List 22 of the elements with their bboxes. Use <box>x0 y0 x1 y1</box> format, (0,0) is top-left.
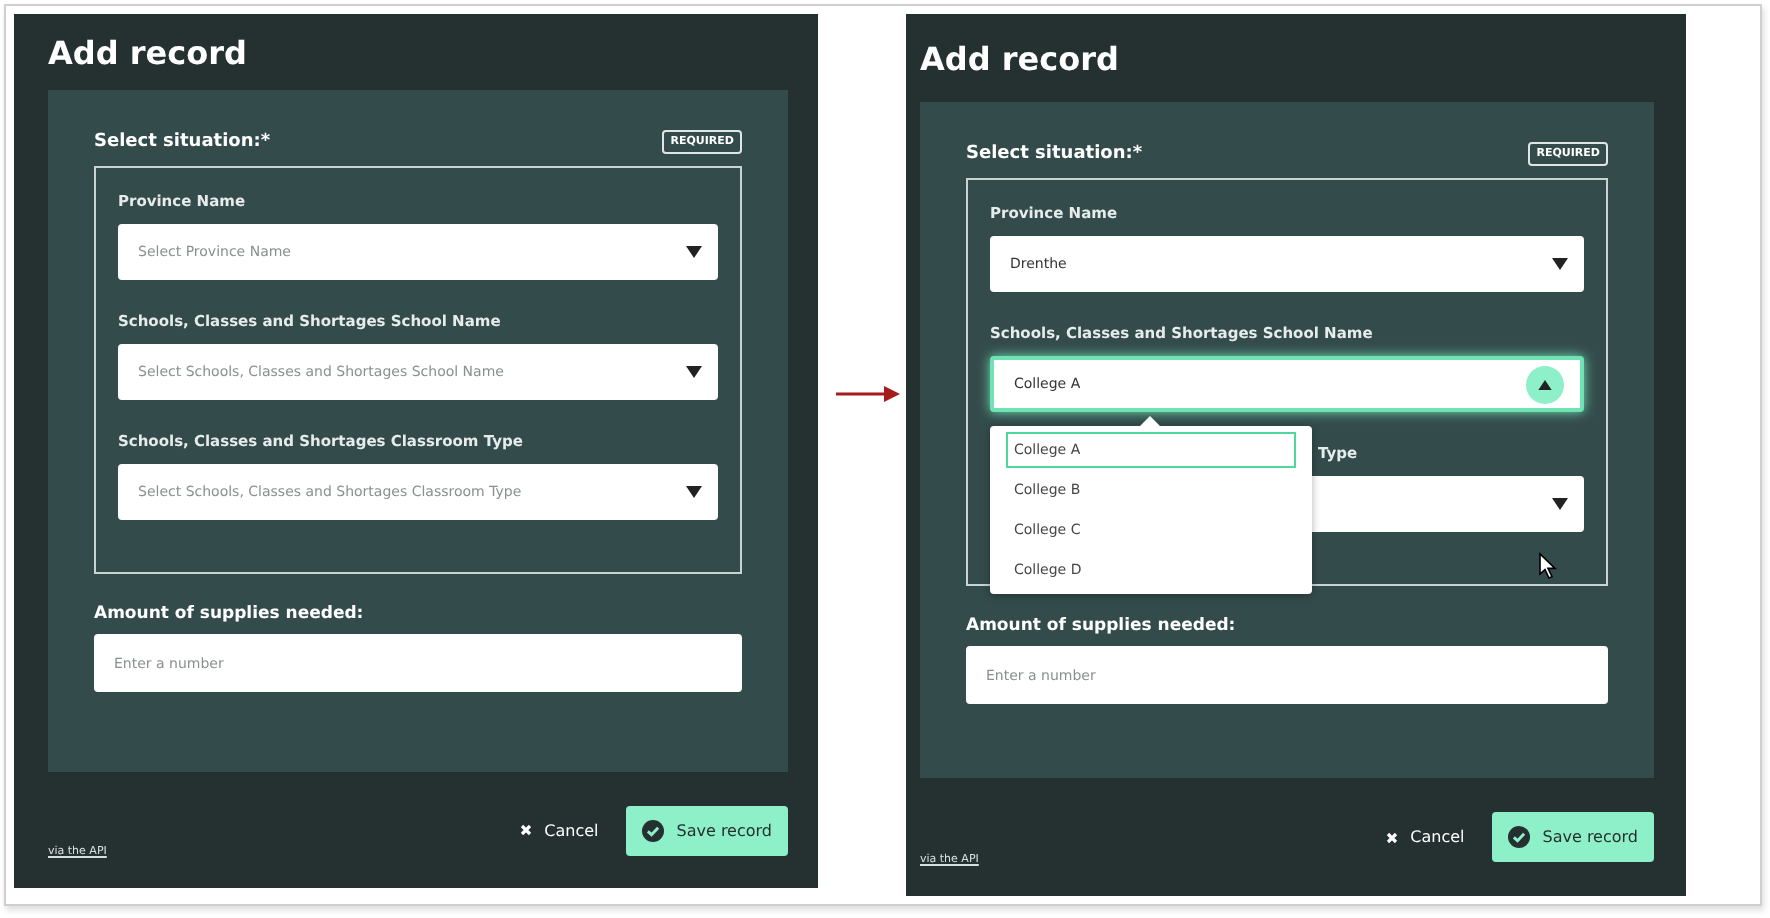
caret-down-icon <box>686 486 702 498</box>
close-icon <box>520 824 533 836</box>
caret-down-icon <box>686 366 702 378</box>
close-icon <box>1386 831 1399 843</box>
amount-label: Amount of supplies needed: <box>94 604 366 624</box>
section-label: Select situation:* <box>94 132 271 152</box>
save-button[interactable]: Save record <box>626 805 788 855</box>
check-circle-icon <box>1508 826 1531 848</box>
caret-down-icon <box>686 246 702 258</box>
cancel-button[interactable]: Cancel <box>1386 828 1465 846</box>
check-circle-icon <box>642 819 665 841</box>
caret-up-icon <box>1538 379 1552 389</box>
caret-down-icon <box>1552 258 1568 270</box>
cancel-button[interactable]: Cancel <box>520 821 599 839</box>
dialog-title: Add record <box>48 31 249 75</box>
section-label: Select situation:* <box>966 144 1143 164</box>
caret-down-icon <box>1552 498 1568 510</box>
save-button[interactable]: Save record <box>1492 812 1654 862</box>
mouse-cursor-icon <box>1538 552 1558 580</box>
arrow-icon <box>836 386 900 402</box>
amount-label: Amount of supplies needed: <box>966 616 1238 636</box>
dialog-title: Add record <box>920 37 1121 81</box>
